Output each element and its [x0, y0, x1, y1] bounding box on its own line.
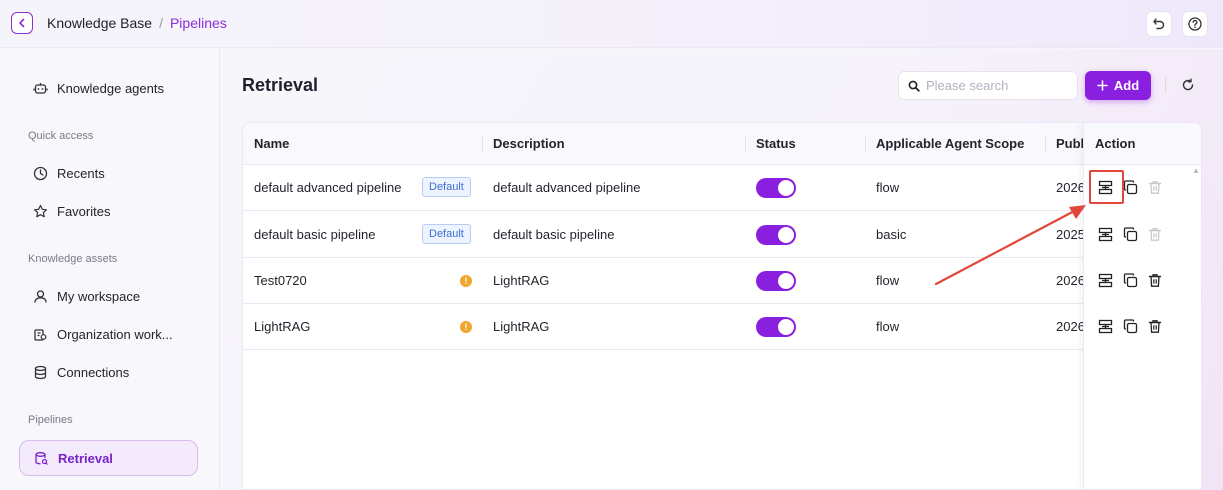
robot-icon	[32, 80, 48, 96]
breadcrumb-current: Pipelines	[169, 15, 227, 31]
column-header-description[interactable]: Description	[493, 136, 565, 151]
sidebar-item-label: Organization work...	[57, 326, 173, 342]
page-title: Retrieval	[242, 75, 319, 95]
warning-icon[interactable]: !	[460, 275, 472, 287]
add-button[interactable]: Add	[1085, 71, 1151, 100]
column-divider	[1045, 136, 1046, 152]
row-description: default basic pipeline	[493, 227, 615, 242]
copy-icon[interactable]	[1122, 272, 1138, 288]
top-bar: Knowledge Base / Pipelines	[0, 0, 1223, 48]
copy-icon[interactable]	[1122, 226, 1138, 242]
clock-icon	[32, 165, 48, 181]
sidebar-item-label: Knowledge agents	[57, 80, 164, 96]
column-header-published[interactable]: Publi	[1056, 136, 1083, 151]
column-divider	[745, 136, 746, 152]
star-icon	[32, 203, 48, 219]
row-scope: flow	[876, 273, 900, 288]
pipeline-config-icon[interactable]	[1097, 318, 1113, 334]
status-toggle[interactable]	[756, 225, 796, 245]
pipeline-config-icon[interactable]	[1097, 226, 1113, 242]
column-header-status[interactable]: Status	[756, 136, 796, 151]
breadcrumb-root[interactable]: Knowledge Base	[47, 15, 152, 31]
sidebar-item-connections[interactable]: Connections	[19, 354, 198, 390]
sidebar-item-favorites[interactable]: Favorites	[19, 193, 198, 229]
sidebar-item-label: Retrieval	[58, 450, 113, 466]
row-description: LightRAG	[493, 273, 550, 288]
column-header-action: Action	[1095, 136, 1136, 151]
row-name: Test0720	[254, 273, 307, 288]
row-published: 2026	[1056, 319, 1083, 334]
database-icon	[32, 364, 48, 380]
default-badge: Default	[422, 177, 471, 197]
sidebar-item-organization-workspace[interactable]: Organization work...	[19, 316, 198, 352]
delete-icon	[1147, 179, 1163, 195]
sidebar-section-quick-access: Quick access	[28, 130, 94, 142]
breadcrumb-separator: /	[159, 15, 163, 31]
sidebar-section-knowledge-assets: Knowledge assets	[28, 253, 118, 265]
help-icon	[1188, 17, 1202, 31]
breadcrumb: Knowledge Base / Pipelines	[47, 15, 227, 31]
row-name: LightRAG	[254, 319, 311, 334]
row-published: 2026	[1056, 180, 1083, 195]
action-header: Action	[1084, 123, 1201, 165]
search-input[interactable]	[926, 78, 1071, 93]
row-scope: basic	[876, 227, 907, 242]
refresh-button[interactable]	[1180, 77, 1196, 93]
status-toggle[interactable]	[756, 317, 796, 337]
plus-icon	[1097, 80, 1108, 91]
row-scope: flow	[876, 319, 900, 334]
search-icon	[908, 80, 920, 92]
row-name: default advanced pipeline	[254, 180, 402, 195]
sidebar-item-label: Connections	[57, 364, 130, 380]
table-header: Name Description Status Applicable Agent…	[243, 123, 1201, 165]
delete-icon[interactable]	[1147, 272, 1163, 288]
row-description: LightRAG	[493, 319, 550, 334]
help-button[interactable]	[1182, 11, 1208, 37]
sidebar-item-recents[interactable]: Recents	[19, 155, 198, 191]
sidebar-item-my-workspace[interactable]: My workspace	[19, 278, 198, 314]
status-toggle[interactable]	[756, 178, 796, 198]
search-box[interactable]	[898, 71, 1078, 100]
organization-icon	[32, 326, 48, 342]
sidebar-item-label: Recents	[57, 165, 105, 181]
toolbar-divider	[1165, 77, 1166, 93]
row-description: default advanced pipeline	[493, 180, 641, 195]
delete-icon	[1147, 226, 1163, 242]
pipeline-config-icon[interactable]	[1097, 272, 1113, 288]
column-divider	[865, 136, 866, 152]
refresh-icon	[1182, 78, 1194, 91]
warning-icon[interactable]: !	[460, 321, 472, 333]
sidebar-section-pipelines: Pipelines	[28, 414, 73, 426]
annotation-arrow-icon	[934, 205, 1086, 286]
table-row[interactable]: LightRAG ! LightRAG flow 2026	[243, 304, 1191, 350]
undo-button[interactable]	[1146, 11, 1172, 37]
copy-icon[interactable]	[1122, 318, 1138, 334]
sidebar-item-label: My workspace	[57, 288, 141, 304]
add-button-label: Add	[1113, 78, 1140, 93]
undo-icon	[1153, 18, 1165, 30]
status-toggle[interactable]	[756, 271, 796, 291]
row-name: default basic pipeline	[254, 227, 376, 242]
scrollbar-up-arrow[interactable]: ▲	[1192, 166, 1200, 175]
user-icon	[32, 288, 48, 304]
sidebar-item-label: Favorites	[57, 203, 111, 219]
column-header-scope[interactable]: Applicable Agent Scope	[876, 136, 1024, 151]
copy-icon[interactable]	[1122, 179, 1138, 195]
column-header-name[interactable]: Name	[254, 136, 289, 151]
default-badge: Default	[422, 224, 471, 244]
back-button[interactable]	[11, 12, 33, 34]
sidebar-item-retrieval[interactable]: Retrieval	[19, 440, 198, 476]
annotation-highlight-box	[1089, 170, 1124, 204]
column-divider	[482, 136, 483, 152]
pipelines-table: Name Description Status Applicable Agent…	[242, 122, 1202, 490]
chevron-left-icon	[19, 18, 25, 28]
row-scope: flow	[876, 180, 900, 195]
delete-icon[interactable]	[1147, 318, 1163, 334]
retrieval-icon	[33, 450, 49, 466]
sidebar-item-knowledge-agents[interactable]: Knowledge agents	[19, 70, 198, 106]
